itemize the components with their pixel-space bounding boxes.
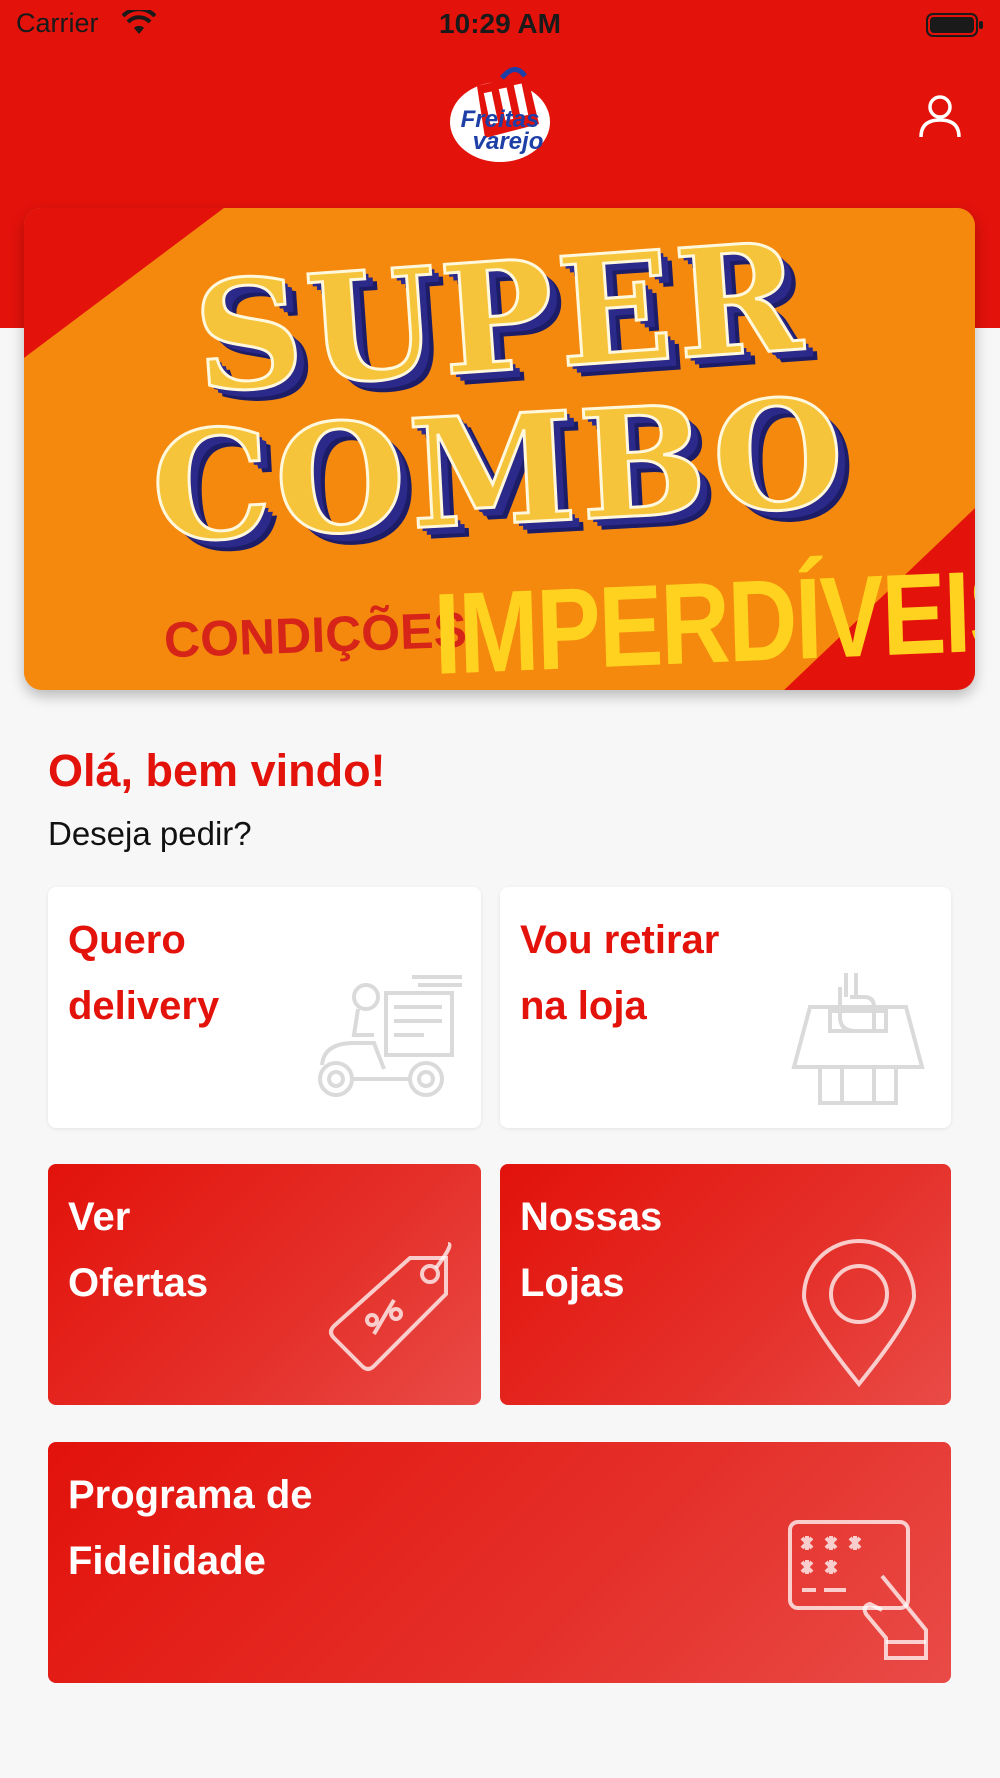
location-pin-icon	[801, 1239, 917, 1388]
welcome-title: Olá, bem vindo!	[48, 745, 386, 796]
delivery-card-label: Quero delivery	[68, 918, 220, 1028]
stores-card[interactable]: Nossas Lojas	[500, 1164, 951, 1405]
logo-text-varejo: varejo	[472, 128, 544, 155]
brand-logo: Freitas varejo	[447, 64, 553, 168]
pickup-card[interactable]: Vou retirar na loja	[500, 887, 951, 1128]
loyalty-card-label: Programa de Fidelidade	[68, 1473, 313, 1583]
banner-subtitle-imperdiveis: IMPERDÍVEIS	[432, 545, 975, 690]
clock: 10:29 AM	[439, 8, 561, 39]
battery-icon	[926, 13, 983, 37]
delivery-card[interactable]: Quero delivery	[48, 887, 481, 1128]
offers-card-label: Ver Ofertas	[68, 1195, 209, 1305]
promo-banner[interactable]: SUPER COMBO CONDIÇÕES IMPERDÍVEIS	[24, 208, 975, 690]
offers-card[interactable]: Ver Ofertas	[48, 1164, 481, 1405]
banner-subtitle-condicoes: CONDIÇÕES	[163, 601, 468, 669]
delivery-scooter-icon	[318, 975, 462, 1097]
stores-card-label: Nossas Lojas	[520, 1195, 663, 1305]
pickup-card-label: Vou retirar na loja	[520, 918, 720, 1028]
welcome-subtitle: Deseja pedir?	[48, 815, 252, 852]
store-pickup-icon	[791, 973, 925, 1105]
status-bar: Carrier 10:29 AM	[0, 0, 1000, 50]
user-icon[interactable]	[918, 94, 962, 138]
loyalty-card-icon	[788, 1520, 928, 1660]
discount-tag-icon	[329, 1242, 452, 1371]
loyalty-card[interactable]: Programa de Fidelidade	[48, 1442, 951, 1683]
